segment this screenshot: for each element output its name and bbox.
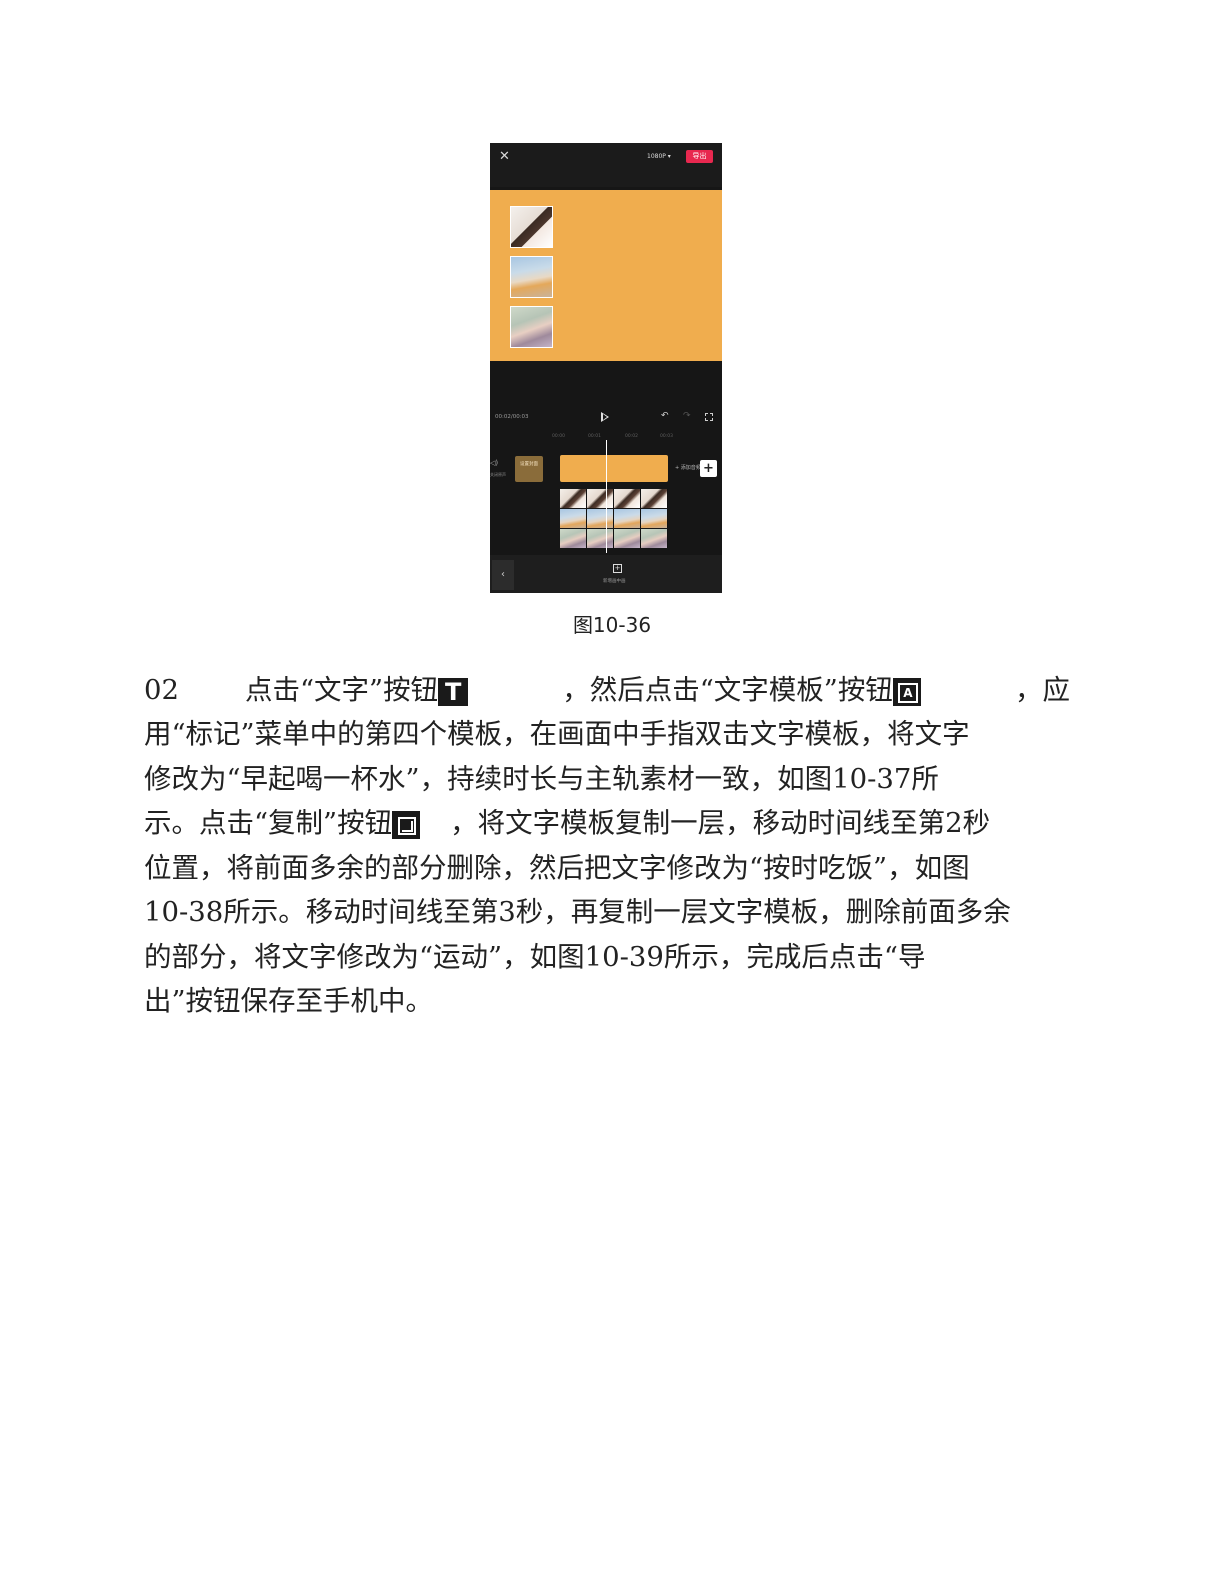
redo-icon[interactable]: ↷ xyxy=(683,411,691,421)
ruler-tick: 00:01 xyxy=(588,434,601,439)
text-line: 02 点击“文字”按钮 T ，然后点击“文字模板”按钮 A ，应 xyxy=(144,668,1070,712)
add-clip-button[interactable]: + xyxy=(700,460,717,477)
figure-caption: 图10-36 xyxy=(572,613,652,637)
close-icon[interactable]: ✕ xyxy=(499,149,510,165)
playhead[interactable] xyxy=(606,440,607,553)
text-line: 示。点击“复制”按钮 ，将文字模板复制一层，移动时间线至第2秒 xyxy=(144,801,990,845)
text-segment: 示。点击“复制”按钮 xyxy=(144,807,393,839)
add-audio-button[interactable]: + 添加音频 xyxy=(675,464,701,471)
resolution-selector[interactable]: 1080P ▾ xyxy=(647,152,671,162)
text-line: 的部分，将文字修改为“运动”，如图10-39所示，完成后点击“导 xyxy=(144,941,926,973)
copy-icon xyxy=(392,810,421,839)
top-bar: ✕ 1080P ▾ 导出 xyxy=(490,143,722,187)
fullscreen-icon[interactable] xyxy=(705,413,713,421)
bottom-toolbar: ‹ + 新增画中画 xyxy=(490,555,722,593)
photo-thumbnail xyxy=(510,256,553,298)
add-overlay-icon[interactable]: + xyxy=(613,564,622,573)
photo-thumbnail xyxy=(510,306,553,348)
ruler-tick: 00:03 xyxy=(660,434,673,439)
video-track[interactable] xyxy=(560,529,668,548)
text-template-icon: A xyxy=(892,677,921,706)
playback-controls: 00:02/00:03 ↶ ↷ xyxy=(490,405,722,431)
app-screenshot: ✕ 1080P ▾ 导出 00:02/00:03 ↶ ↷ 00:00 00:01… xyxy=(490,143,722,593)
add-overlay-label: 新增画中画 xyxy=(603,579,626,584)
text-line: 出”按钮保存至手机中。 xyxy=(144,985,434,1017)
mute-label: 关闭原声 xyxy=(490,472,506,477)
text-line: 用“标记”菜单中的第四个模板，在画面中手指双击文字模板，将文字 xyxy=(144,718,970,750)
play-icon[interactable] xyxy=(601,412,609,422)
set-cover-button[interactable]: 设置封面 xyxy=(515,456,543,482)
timecode: 00:02/00:03 xyxy=(495,414,529,420)
text-template-track[interactable] xyxy=(560,455,668,482)
text-segment: ，然后点击“文字模板”按钮 xyxy=(562,674,893,706)
undo-icon[interactable]: ↶ xyxy=(661,411,669,421)
video-track[interactable] xyxy=(560,509,668,528)
text-segment: ，应 xyxy=(1015,674,1070,706)
text-line: 位置，将前面多余的部分删除，然后把文字修改为“按时吃饭”，如图 xyxy=(144,852,970,884)
photo-thumbnail xyxy=(510,206,553,248)
back-icon[interactable]: ‹ xyxy=(492,560,514,590)
video-track[interactable] xyxy=(560,489,668,508)
speaker-icon[interactable]: ◁) xyxy=(490,459,498,467)
export-button[interactable]: 导出 xyxy=(686,150,713,163)
text-segment: ，将文字模板复制一层，移动时间线至第2秒 xyxy=(450,807,991,839)
text-line: 修改为“早起喝一杯水”，持续时长与主轨素材一致，如图10-37所 xyxy=(144,763,939,795)
ruler-tick: 00:02 xyxy=(625,434,638,439)
text-button-icon: T xyxy=(438,677,469,706)
step-number: 02 xyxy=(144,674,179,706)
text-line: 10-38所示。移动时间线至第3秒，再复制一层文字模板，删除前面多余 xyxy=(144,896,1011,928)
ruler-tick: 00:00 xyxy=(552,434,565,439)
text-segment: 点击“文字”按钮 xyxy=(245,674,439,706)
preview-canvas xyxy=(490,190,722,361)
